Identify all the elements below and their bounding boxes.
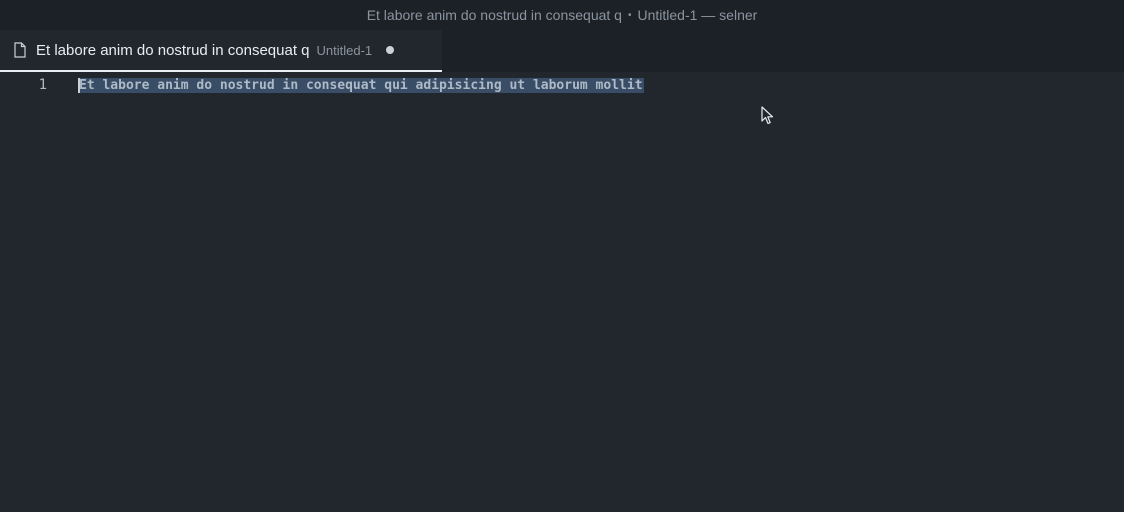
line-number: 1 (38, 77, 47, 93)
mouse-pointer-icon (761, 106, 774, 125)
title-workspace: Untitled-1 — selner (637, 7, 758, 23)
title-bar: Et labore anim do nostrud in consequat q… (0, 0, 1124, 30)
text-caret (78, 77, 80, 93)
editor-window: Et labore anim do nostrud in consequat q… (0, 0, 1124, 512)
tab-bar: Et labore anim do nostrud in consequat q… (0, 30, 1124, 73)
title-file-name: Et labore anim do nostrud in consequat q (366, 7, 622, 23)
file-icon (14, 42, 26, 58)
tab-label: Et labore anim do nostrud in consequat q (36, 41, 310, 59)
tab-description: Untitled-1 (316, 42, 373, 58)
line-text-selected[interactable]: Et labore anim do nostrud in consequat q… (78, 77, 644, 93)
unsaved-changes-dot-icon[interactable] (386, 46, 395, 54)
line-content: Et labore anim do nostrud in consequat q… (79, 77, 643, 93)
tab-untitled-1[interactable]: Et labore anim do nostrud in consequat q… (0, 30, 442, 72)
editor-line[interactable]: 1 Et labore anim do nostrud in consequat… (0, 74, 1124, 96)
title-separator: • (627, 9, 632, 21)
code-editor[interactable]: 1 Et labore anim do nostrud in consequat… (0, 72, 1124, 512)
